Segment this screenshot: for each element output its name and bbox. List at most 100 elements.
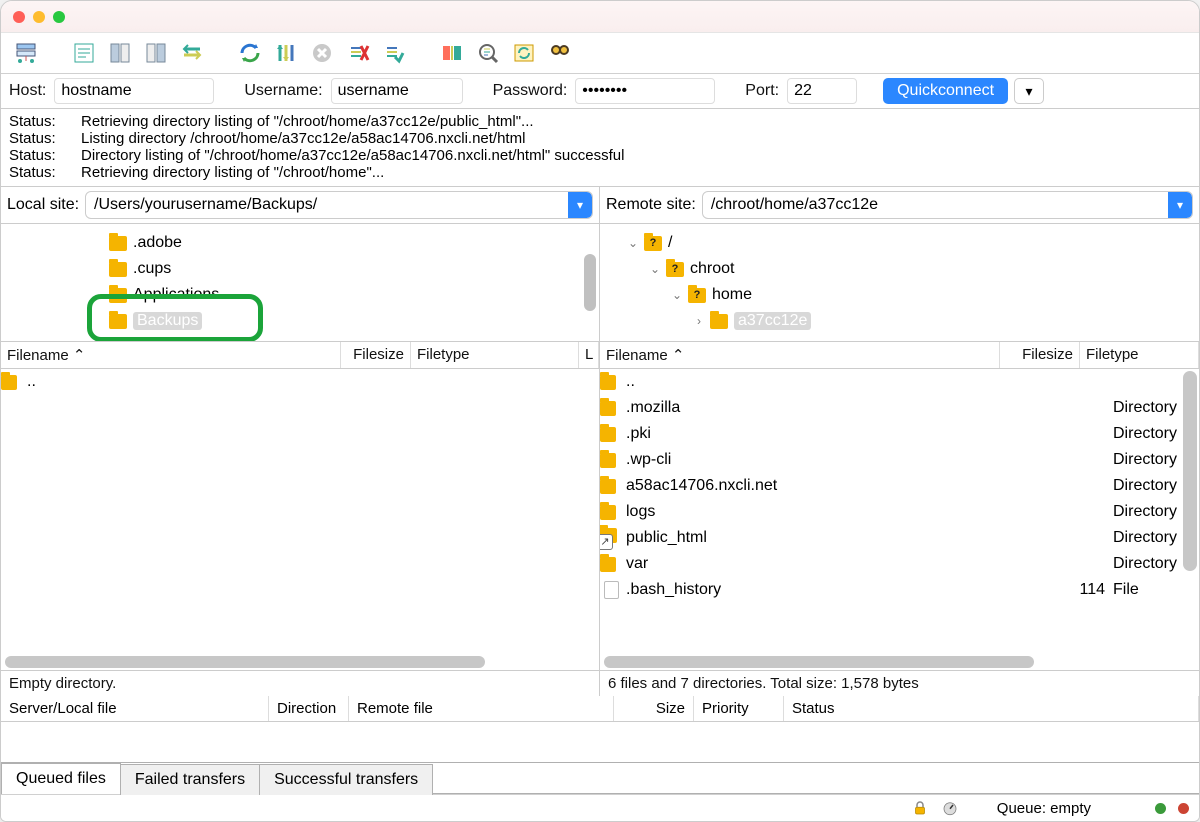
chevron-down-icon[interactable]: ⌄ <box>670 288 684 302</box>
toggle-local-tree-button[interactable] <box>103 39 137 67</box>
local-path-input[interactable] <box>86 196 568 214</box>
scrollbar-thumb[interactable] <box>5 656 485 668</box>
search-button[interactable] <box>543 39 577 67</box>
local-path-dropdown-icon[interactable]: ▾ <box>568 192 592 218</box>
toolbar <box>1 33 1199 74</box>
filelist-row: Filename ⌃ Filesize Filetype L .. Empty … <box>1 342 1199 696</box>
column-direction[interactable]: Direction <box>269 696 349 721</box>
local-list-header[interactable]: Filename ⌃ Filesize Filetype L <box>1 342 599 369</box>
tree-item[interactable]: ⌄chroot <box>608 256 1191 282</box>
local-path-field[interactable]: ▾ <box>85 191 593 219</box>
column-size[interactable]: Size <box>614 696 694 721</box>
tree-item[interactable]: Applications <box>9 282 591 308</box>
tree-item-backups[interactable]: Backups <box>9 308 591 334</box>
tree-item[interactable]: .cups <box>9 256 591 282</box>
scrollbar-thumb[interactable] <box>1183 371 1197 571</box>
tab-failed[interactable]: Failed transfers <box>120 764 260 795</box>
column-filetype[interactable]: Filetype <box>1080 342 1199 368</box>
tree-item-label: Applications <box>133 286 219 304</box>
list-item[interactable]: a58ac14706.nxcli.netDirectory <box>600 473 1199 499</box>
maximize-icon[interactable] <box>53 11 65 23</box>
column-remotefile[interactable]: Remote file <box>349 696 614 721</box>
remote-path-input[interactable] <box>703 196 1168 214</box>
chevron-down-icon[interactable]: ⌄ <box>648 262 662 276</box>
list-item[interactable]: .wp-cliDirectory <box>600 447 1199 473</box>
list-item[interactable]: .mozillaDirectory <box>600 395 1199 421</box>
refresh-button[interactable] <box>233 39 267 67</box>
list-item[interactable]: ↗public_htmlDirectory <box>600 525 1199 551</box>
remote-path-field[interactable]: ▾ <box>702 191 1193 219</box>
column-status[interactable]: Status <box>784 696 1199 721</box>
queue-list[interactable] <box>1 722 1199 762</box>
port-input[interactable] <box>787 78 857 104</box>
list-item[interactable]: .bash_history114File <box>600 577 1199 603</box>
list-item[interactable]: logsDirectory <box>600 499 1199 525</box>
column-filesize[interactable]: Filesize <box>1000 342 1080 368</box>
toggle-remote-tree-button[interactable] <box>139 39 173 67</box>
tree-item[interactable]: .adobe <box>9 230 591 256</box>
tab-queued[interactable]: Queued files <box>1 763 121 794</box>
quickconnect-bar: Host: Username: Password: Port: Quickcon… <box>1 74 1199 109</box>
cancel-button[interactable] <box>305 39 339 67</box>
remote-tree[interactable]: ⌄/ ⌄chroot ⌄home ›a37cc12e <box>600 224 1199 342</box>
message-log[interactable]: Status:Retrieving directory listing of "… <box>1 109 1199 187</box>
list-item-parent[interactable]: .. <box>1 369 599 395</box>
folder-icon <box>600 401 616 416</box>
disconnect-button[interactable] <box>341 39 375 67</box>
sync-browsing-button[interactable] <box>507 39 541 67</box>
filter-button[interactable] <box>471 39 505 67</box>
folder-icon <box>600 375 616 390</box>
tree-row: .adobe .cups Applications Backups ⌄/ ⌄ch… <box>1 224 1199 342</box>
tab-success[interactable]: Successful transfers <box>259 764 433 795</box>
tree-item[interactable]: ⌄home <box>608 282 1191 308</box>
chevron-right-icon[interactable]: › <box>692 314 706 328</box>
tree-item-label: .adobe <box>133 234 182 252</box>
column-filesize[interactable]: Filesize <box>341 342 411 368</box>
minimize-icon[interactable] <box>33 11 45 23</box>
log-message: Retrieving directory listing of "/chroot… <box>81 164 384 181</box>
quickconnect-button[interactable]: Quickconnect <box>883 78 1008 104</box>
scrollbar-thumb[interactable] <box>584 254 596 311</box>
process-queue-button[interactable] <box>269 39 303 67</box>
speed-limit-icon[interactable] <box>941 799 959 817</box>
column-filename[interactable]: Filename <box>606 347 668 364</box>
queue-header[interactable]: Server/Local file Direction Remote file … <box>1 696 1199 722</box>
username-input[interactable] <box>331 78 463 104</box>
tree-item-selected[interactable]: ›a37cc12e <box>608 308 1191 334</box>
file-name: .wp-cli <box>622 451 1043 469</box>
host-input[interactable] <box>54 78 214 104</box>
chevron-down-icon[interactable]: ⌄ <box>626 236 640 250</box>
remote-list-header[interactable]: Filename ⌃ Filesize Filetype <box>600 342 1199 369</box>
remote-path-dropdown-icon[interactable]: ▾ <box>1168 192 1192 218</box>
file-name: logs <box>622 503 1043 521</box>
column-last[interactable]: L <box>579 342 599 368</box>
sort-asc-icon: ⌃ <box>672 347 685 364</box>
host-label: Host: <box>9 82 46 100</box>
list-item[interactable]: varDirectory <box>600 551 1199 577</box>
local-tree[interactable]: .adobe .cups Applications Backups <box>1 224 599 342</box>
tree-item[interactable]: ⌄/ <box>608 230 1191 256</box>
column-filename[interactable]: Filename <box>7 347 69 364</box>
local-summary: Empty directory. <box>1 670 599 696</box>
reconnect-button[interactable] <box>377 39 411 67</box>
log-label: Status: <box>9 147 81 164</box>
column-filetype[interactable]: Filetype <box>411 342 579 368</box>
directory-compare-button[interactable] <box>435 39 469 67</box>
toggle-log-button[interactable] <box>67 39 101 67</box>
file-icon <box>604 581 619 599</box>
scrollbar-thumb[interactable] <box>604 656 1034 668</box>
close-icon[interactable] <box>13 11 25 23</box>
password-input[interactable] <box>575 78 715 104</box>
local-site-label: Local site: <box>7 196 79 214</box>
column-priority[interactable]: Priority <box>694 696 784 721</box>
column-server[interactable]: Server/Local file <box>1 696 269 721</box>
site-manager-button[interactable] <box>9 39 43 67</box>
local-file-list[interactable]: .. <box>1 369 599 670</box>
shortcut-icon: ↗ <box>600 534 613 550</box>
toggle-queue-button[interactable] <box>175 39 209 67</box>
quickconnect-history-button[interactable]: ▾ <box>1014 78 1044 104</box>
remote-file-list[interactable]: ...mozillaDirectory.pkiDirectory.wp-cliD… <box>600 369 1199 670</box>
lock-icon <box>911 799 929 817</box>
list-item[interactable]: .. <box>600 369 1199 395</box>
list-item[interactable]: .pkiDirectory <box>600 421 1199 447</box>
